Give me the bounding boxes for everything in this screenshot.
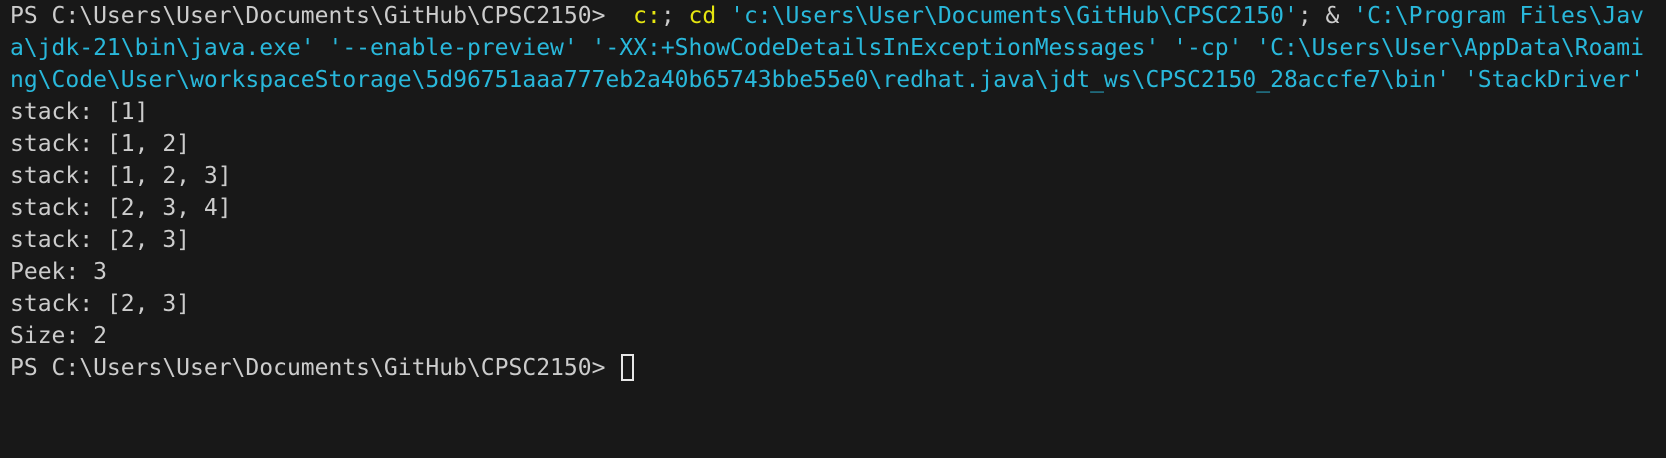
- command-token: c:: [633, 3, 661, 29]
- output-line: Size: 2: [10, 323, 107, 349]
- output-line: stack: [1, 2]: [10, 131, 191, 157]
- terminal-cursor[interactable]: [621, 354, 635, 381]
- command-token: cd: [688, 3, 717, 29]
- command-line: PS C:\Users\User\Documents\GitHub\CPSC21…: [10, 0, 1656, 96]
- final-prompt-line[interactable]: PS C:\Users\User\Documents\GitHub\CPSC21…: [10, 352, 1656, 384]
- output-line: Peek: 3: [10, 259, 107, 285]
- command-token: 'c:\Users\User\Documents\GitHub\CPSC2150…: [730, 3, 1298, 29]
- final-prompt: PS C:\Users\User\Documents\GitHub\CPSC21…: [10, 355, 606, 381]
- command-token: ; &: [1297, 3, 1354, 29]
- command-token: ;: [660, 3, 689, 29]
- output-line: stack: [1, 2, 3]: [10, 163, 232, 189]
- output-line: stack: [1]: [10, 99, 149, 125]
- terminal-panel[interactable]: PS C:\Users\User\Documents\GitHub\CPSC21…: [0, 0, 1666, 458]
- command-token: [716, 3, 730, 29]
- output-line: stack: [2, 3, 4]: [10, 195, 232, 221]
- command-prompt: PS C:\Users\User\Documents\GitHub\CPSC21…: [10, 3, 606, 29]
- output-line: stack: [2, 3]: [10, 227, 191, 253]
- output-line: stack: [2, 3]: [10, 291, 191, 317]
